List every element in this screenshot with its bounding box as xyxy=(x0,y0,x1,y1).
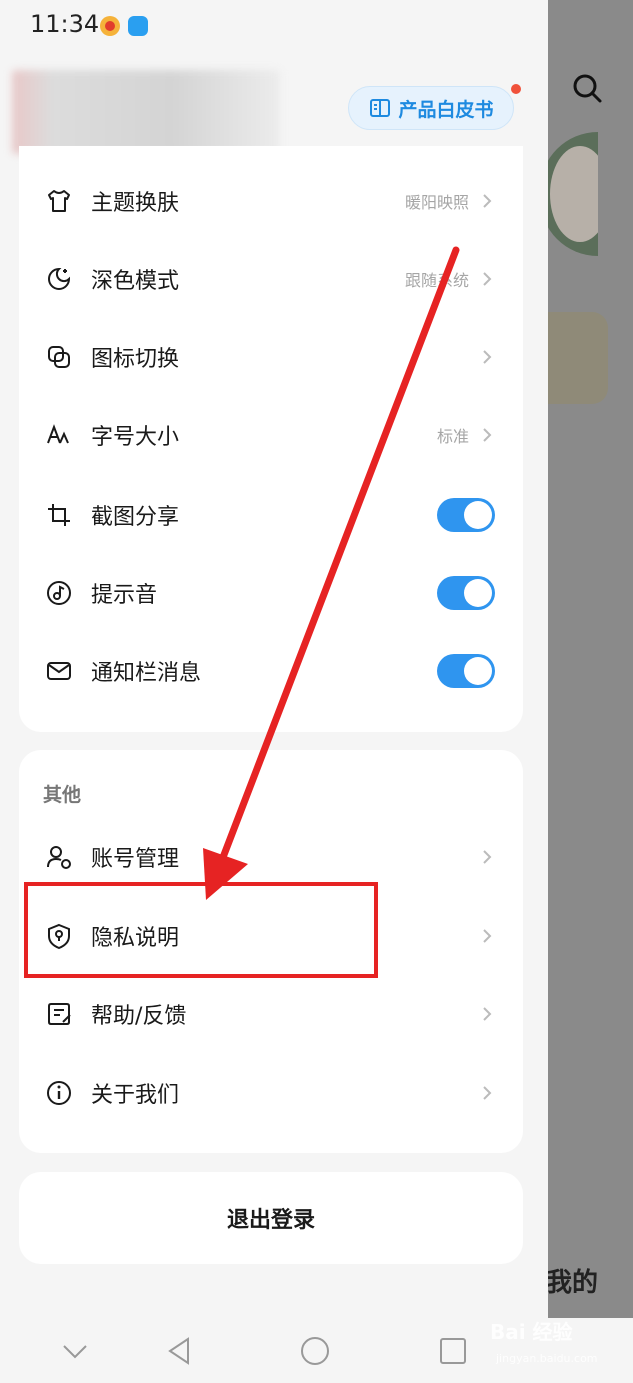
settings-label: 通知栏消息 xyxy=(91,661,202,686)
chevron-right-icon xyxy=(483,272,492,286)
notification-toggle[interactable] xyxy=(437,654,495,688)
section-title: 其他 xyxy=(43,784,82,806)
annotation-highlight-box xyxy=(24,882,378,978)
tshirt-icon xyxy=(48,190,70,212)
settings-card: 主题换肤 暖阳映照 深色模式 跟随系统 图标切换 字号大小 标准 截图分享 提示… xyxy=(19,146,523,732)
moon-icon xyxy=(48,267,71,290)
settings-row-theme[interactable]: 主题换肤 暖阳映照 xyxy=(19,162,523,240)
search-icon[interactable] xyxy=(571,72,603,104)
settings-label: 主题换肤 xyxy=(91,191,180,216)
info-icon xyxy=(47,1081,71,1105)
chevron-right-icon xyxy=(483,194,492,208)
sound-toggle[interactable] xyxy=(437,576,495,610)
chevron-right-icon xyxy=(483,1007,492,1021)
font-size-icon xyxy=(47,424,69,444)
book-icon xyxy=(370,99,391,117)
account-settings-icon xyxy=(47,846,71,869)
whitepaper-label: 产品白皮书 xyxy=(398,98,494,121)
background-card xyxy=(548,312,608,404)
status-time: 11:34 xyxy=(30,10,100,38)
other-label: 帮助/反馈 xyxy=(91,1004,187,1029)
chevron-right-icon xyxy=(483,428,492,442)
settings-label: 字号大小 xyxy=(91,425,180,450)
watermark: Bai 经验 jingyan.baidu.com xyxy=(490,1316,620,1370)
icon-switch-icon xyxy=(48,346,70,368)
settings-row-icon-switch[interactable]: 图标切换 xyxy=(19,318,523,396)
message-notification-icon xyxy=(128,16,148,36)
feedback-icon xyxy=(48,1003,71,1025)
settings-row-sound: 提示音 xyxy=(19,554,523,632)
logout-button[interactable]: 退出登录 xyxy=(19,1172,523,1264)
other-label: 账号管理 xyxy=(91,847,180,872)
other-row-help[interactable]: 帮助/反馈 xyxy=(19,975,523,1053)
profile-header-blurred[interactable] xyxy=(12,70,280,154)
settings-drawer: 11:34 产品白皮书 主题换肤 暖阳映照 深色模式 跟随系统 图标切换 字号大… xyxy=(0,0,548,1318)
crop-icon xyxy=(48,504,70,526)
chevron-down-icon[interactable] xyxy=(60,1336,90,1366)
back-icon[interactable] xyxy=(164,1336,194,1366)
mail-icon xyxy=(47,662,71,680)
settings-value: 跟随系统 xyxy=(404,271,469,290)
settings-row-notification: 通知栏消息 xyxy=(19,632,523,710)
logout-label: 退出登录 xyxy=(226,1208,315,1233)
chevron-right-icon xyxy=(483,350,492,364)
watermark-sub: jingyan.baidu.com xyxy=(496,1352,598,1365)
settings-value: 暖阳映照 xyxy=(404,193,469,212)
music-note-icon xyxy=(47,581,71,605)
settings-label: 图标切换 xyxy=(91,347,180,372)
notification-dot xyxy=(511,84,521,94)
settings-label: 截图分享 xyxy=(91,505,180,530)
home-icon[interactable] xyxy=(300,1336,330,1366)
status-bar: 11:34 xyxy=(0,0,548,54)
chevron-right-icon xyxy=(483,1086,492,1100)
settings-label: 提示音 xyxy=(91,583,158,608)
settings-value: 标准 xyxy=(436,427,469,446)
tab-mine[interactable]: 我的 xyxy=(546,1262,598,1299)
chevron-right-icon xyxy=(483,850,492,864)
other-label: 关于我们 xyxy=(91,1083,180,1108)
watermark-text: Bai 经验 xyxy=(490,1320,573,1344)
weibo-notification-icon xyxy=(100,16,120,36)
chevron-right-icon xyxy=(483,929,492,943)
avatar[interactable] xyxy=(540,132,598,256)
whitepaper-button[interactable]: 产品白皮书 xyxy=(348,86,514,130)
settings-row-font-size[interactable]: 字号大小 标准 xyxy=(19,396,523,474)
settings-row-screenshot-share: 截图分享 xyxy=(19,476,523,554)
recents-icon[interactable] xyxy=(438,1336,468,1366)
settings-row-dark-mode[interactable]: 深色模式 跟随系统 xyxy=(19,240,523,318)
screenshot-share-toggle[interactable] xyxy=(437,498,495,532)
settings-label: 深色模式 xyxy=(91,269,180,294)
other-row-about[interactable]: 关于我们 xyxy=(19,1054,523,1132)
